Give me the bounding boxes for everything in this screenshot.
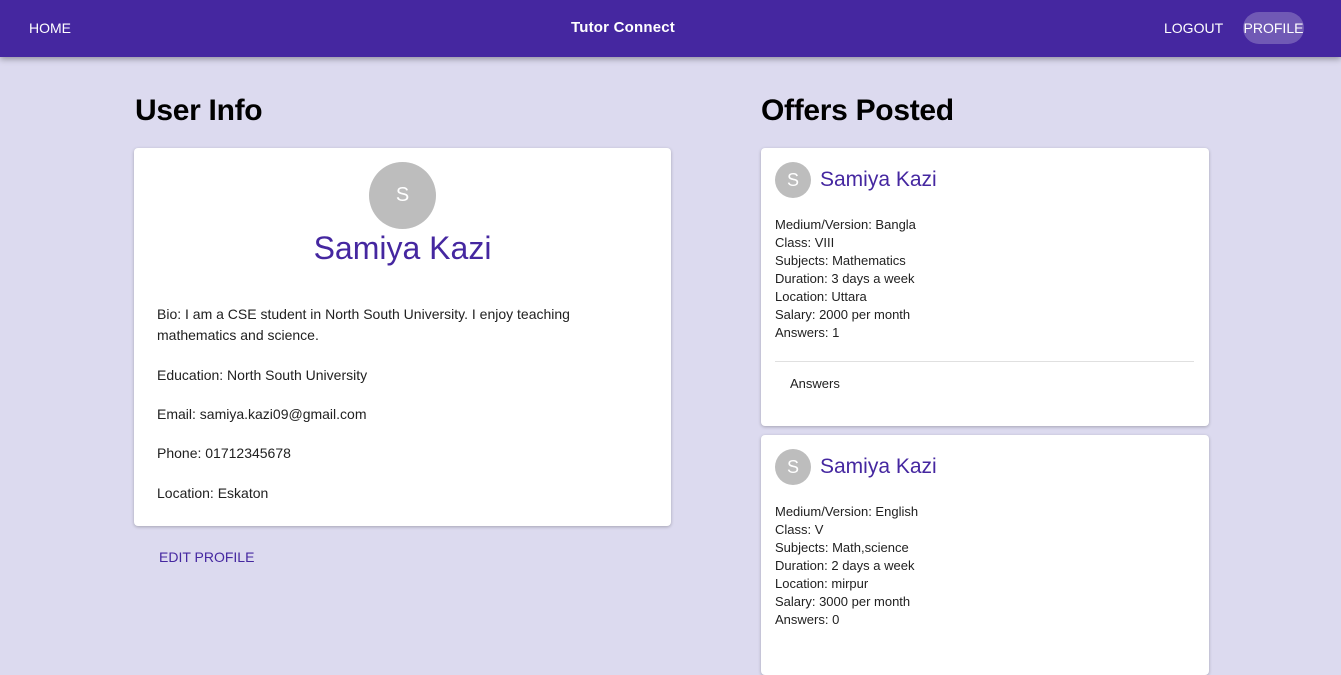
location-text: Location: Eskaton <box>157 485 269 501</box>
offer-subjects: Subjects: Mathematics <box>775 253 906 268</box>
offer-subjects: Subjects: Math,science <box>775 540 909 555</box>
bio-text: Bio: I am a CSE student in North South U… <box>157 306 570 343</box>
offer-duration: Duration: 3 days a week <box>775 271 915 286</box>
avatar: S <box>369 162 436 229</box>
offer-medium: Medium/Version: English <box>775 504 919 519</box>
offer-location: Location: mirpur <box>775 576 869 591</box>
offer-location: Location: Uttara <box>775 289 867 304</box>
user-info-heading: User Info <box>135 94 263 127</box>
app-title: Tutor Connect <box>0 19 1246 36</box>
offer-duration: Duration: 2 days a week <box>775 558 915 573</box>
user-info-card: S Samiya Kazi Bio: I am a CSE student in… <box>134 148 671 526</box>
offer-details: Medium/Version: Bangla Class: VIII Subje… <box>775 216 916 342</box>
phone-text: Phone: 01712345678 <box>157 445 291 461</box>
offer-answers-count: Answers: 0 <box>775 612 840 627</box>
offers-posted-heading: Offers Posted <box>761 94 954 127</box>
avatar: S <box>775 162 811 198</box>
email-text: Email: samiya.kazi09@gmail.com <box>157 406 367 422</box>
app-bar: HOME Tutor Connect LOGOUT PROFILE <box>0 0 1341 57</box>
offer-card: S Samiya Kazi Medium/Version: Bangla Cla… <box>761 148 1209 426</box>
offer-salary: Salary: 2000 per month <box>775 307 911 322</box>
offer-medium: Medium/Version: Bangla <box>775 217 916 232</box>
divider <box>775 361 1194 362</box>
offer-class: Class: V <box>775 522 824 537</box>
edit-profile-button[interactable]: EDIT PROFILE <box>159 549 254 565</box>
education-text: Education: North South University <box>157 367 368 383</box>
avatar: S <box>775 449 811 485</box>
profile-button[interactable]: PROFILE <box>1243 12 1304 44</box>
offer-card: S Samiya Kazi Medium/Version: English Cl… <box>761 435 1209 675</box>
offer-author-name: Samiya Kazi <box>820 455 937 478</box>
offer-details: Medium/Version: English Class: V Subject… <box>775 503 918 629</box>
offer-salary: Salary: 3000 per month <box>775 594 911 609</box>
offer-answers-count: Answers: 1 <box>775 325 840 340</box>
logout-button[interactable]: LOGOUT <box>1162 12 1225 44</box>
answers-toggle[interactable]: Answers <box>790 376 840 391</box>
offer-author-name: Samiya Kazi <box>820 168 937 191</box>
offer-class: Class: VIII <box>775 235 835 250</box>
user-name: Samiya Kazi <box>313 230 492 266</box>
app-title-text: Tutor Connect <box>571 19 675 36</box>
